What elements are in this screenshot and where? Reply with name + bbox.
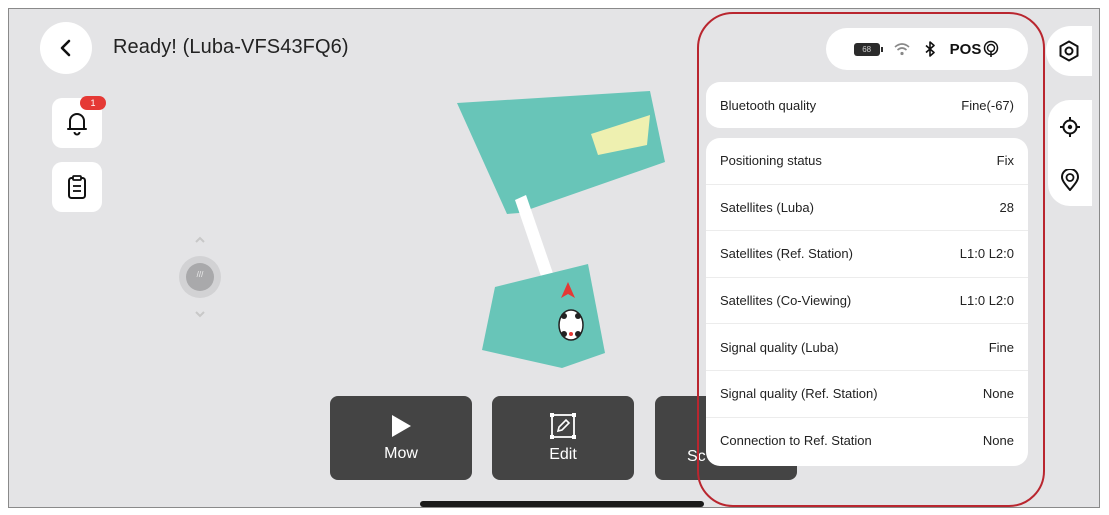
home-indicator bbox=[420, 501, 704, 507]
edit-button[interactable]: Edit bbox=[492, 396, 634, 480]
joystick-label: /// bbox=[196, 270, 204, 279]
lawn-zone-lower bbox=[482, 264, 605, 368]
status-label: Satellites (Co-Viewing) bbox=[720, 293, 852, 309]
battery-icon: 68 bbox=[853, 42, 883, 56]
joystick-control[interactable]: /// bbox=[172, 236, 228, 318]
page-title: Ready! (Luba-VFS43FQ6) bbox=[113, 36, 349, 58]
status-value: Fix bbox=[996, 153, 1014, 169]
chevron-left-icon bbox=[60, 39, 71, 57]
status-value: Fine bbox=[988, 339, 1014, 355]
settings-button[interactable] bbox=[1046, 26, 1092, 76]
bell-icon bbox=[67, 113, 87, 136]
bluetooth-quality-value: Fine(-67) bbox=[961, 97, 1014, 113]
notification-badge: 1 bbox=[80, 96, 106, 110]
bluetooth-icon bbox=[925, 41, 935, 57]
connection-status-bar[interactable]: 68 POS bbox=[826, 28, 1028, 70]
crosshair-icon[interactable] bbox=[1059, 116, 1081, 138]
bluetooth-quality-label: Bluetooth quality bbox=[720, 97, 817, 113]
status-value: L1:0 L2:0 bbox=[959, 246, 1014, 262]
status-row: Signal quality (Ref. Station) None bbox=[706, 371, 1028, 418]
status-label: Positioning status bbox=[720, 153, 822, 169]
play-icon bbox=[392, 415, 411, 437]
status-value: 28 bbox=[999, 199, 1014, 215]
wifi-icon bbox=[894, 43, 910, 56]
status-label: Satellites (Luba) bbox=[720, 199, 814, 215]
status-value: L1:0 L2:0 bbox=[959, 293, 1014, 309]
status-value: None bbox=[982, 386, 1014, 402]
status-label: Signal quality (Ref. Station) bbox=[720, 386, 878, 402]
status-row: Positioning status Fix bbox=[706, 138, 1028, 185]
edit-box-icon bbox=[550, 413, 576, 439]
back-button[interactable] bbox=[40, 22, 92, 74]
lawn-map[interactable] bbox=[440, 82, 680, 387]
channel-path bbox=[515, 195, 556, 285]
status-row: Satellites (Ref. Station) L1:0 L2:0 bbox=[706, 231, 1028, 278]
map-tools bbox=[1048, 100, 1092, 206]
status-row: Satellites (Luba) 28 bbox=[706, 185, 1028, 232]
edit-label: Edit bbox=[549, 446, 577, 463]
schedule-label: Sc bbox=[687, 448, 706, 465]
bluetooth-quality-card: Bluetooth quality Fine(-67) bbox=[706, 82, 1028, 128]
pos-label: POS bbox=[949, 40, 982, 58]
mow-label: Mow bbox=[384, 445, 418, 462]
location-pin-icon[interactable] bbox=[1060, 168, 1080, 191]
status-row: Signal quality (Luba) Fine bbox=[706, 324, 1028, 371]
gear-icon bbox=[1059, 40, 1079, 62]
report-button[interactable] bbox=[52, 162, 102, 212]
status-label: Satellites (Ref. Station) bbox=[720, 246, 853, 262]
status-row: Connection to Ref. Station None bbox=[706, 418, 1028, 465]
clipboard-icon bbox=[68, 175, 86, 199]
positioning-status-card: Positioning status Fix Satellites (Luba)… bbox=[706, 138, 1028, 466]
lawn-zone-upper bbox=[457, 91, 665, 214]
rtk-signal-icon bbox=[984, 40, 999, 57]
status-value: None bbox=[982, 433, 1014, 449]
status-row: Satellites (Co-Viewing) L1:0 L2:0 bbox=[706, 278, 1028, 325]
mow-button[interactable]: Mow bbox=[330, 396, 472, 480]
status-label: Connection to Ref. Station bbox=[720, 433, 872, 449]
mower-robot-icon bbox=[558, 309, 584, 341]
status-label: Signal quality (Luba) bbox=[720, 339, 839, 355]
